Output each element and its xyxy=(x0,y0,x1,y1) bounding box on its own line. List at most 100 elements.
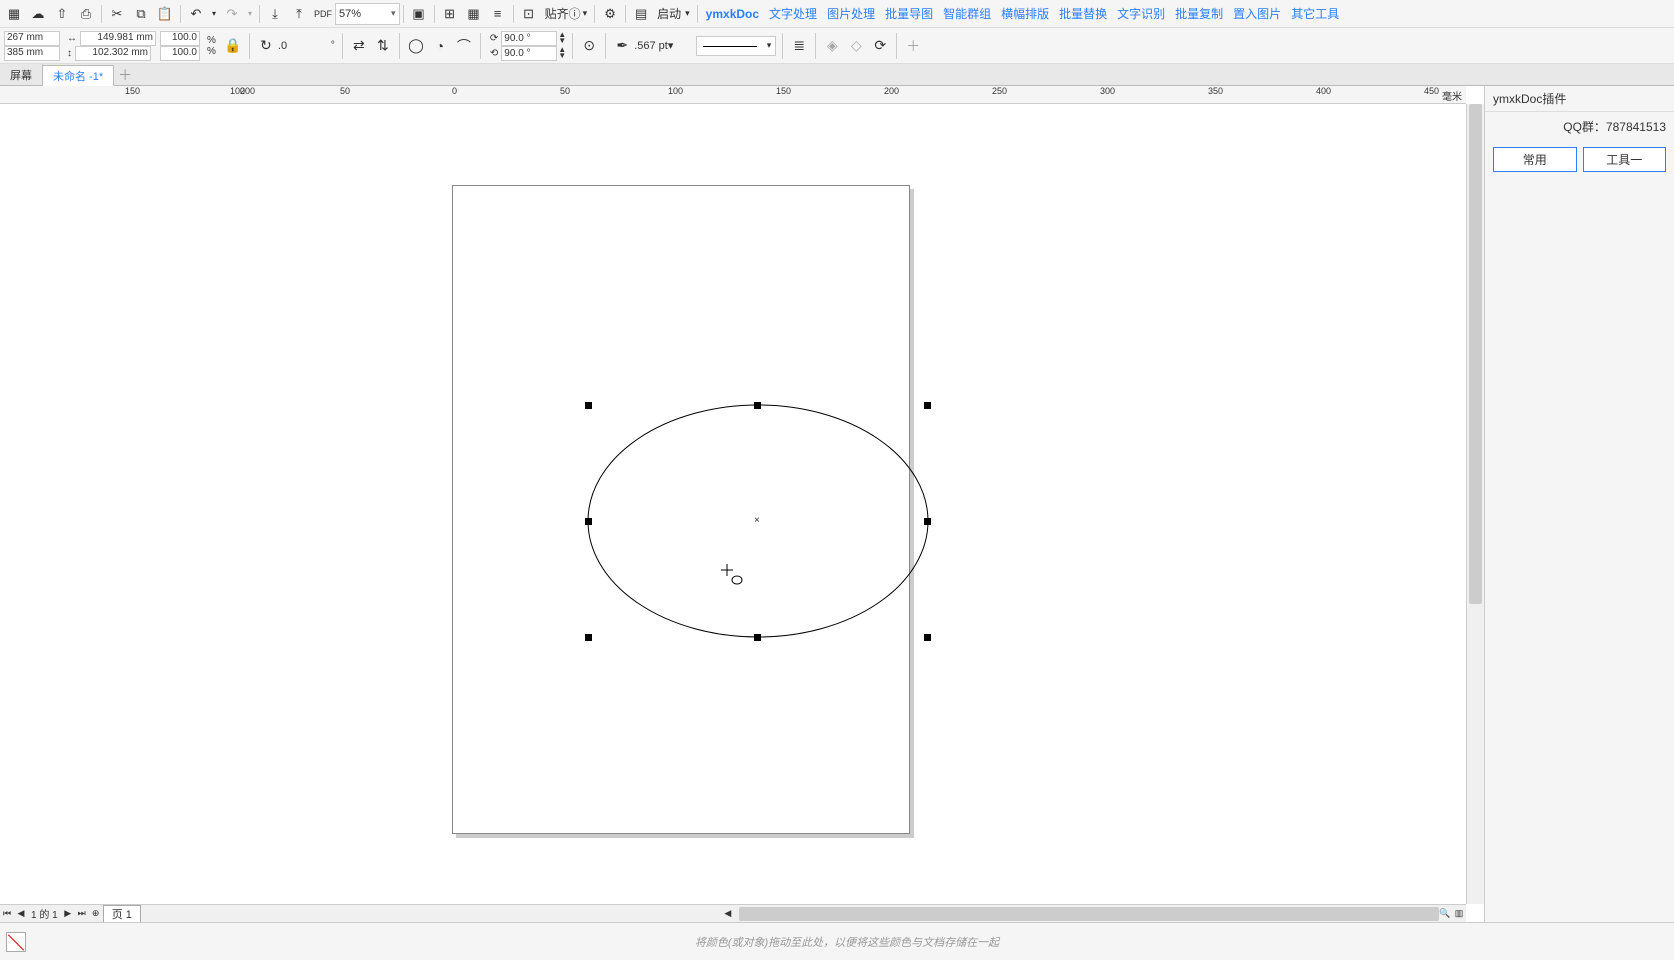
convert-icon[interactable]: ⟳ xyxy=(869,35,891,57)
start-angle-input[interactable]: 90.0 ° xyxy=(501,31,557,46)
rotation-input[interactable]: .0 xyxy=(278,40,328,52)
redo-dd-icon[interactable]: ▾ xyxy=(245,3,255,25)
color-proof-icon[interactable]: ▥ xyxy=(1452,907,1466,921)
height-icon: ↕ xyxy=(64,48,75,59)
plugin-link-5[interactable]: 横幅排版 xyxy=(996,5,1054,22)
snap-icon[interactable]: ⊡ xyxy=(518,3,540,25)
mirror-h-icon[interactable]: ⇄ xyxy=(348,35,370,57)
lock-ratio-icon[interactable]: 🔒 xyxy=(222,35,244,57)
doc-tab-screen[interactable]: 屏幕 xyxy=(0,64,43,85)
handle-br[interactable] xyxy=(924,634,931,641)
doc-tab-untitled[interactable]: 未命名 -1* xyxy=(43,65,114,86)
page-tab-1[interactable]: 页 1 xyxy=(103,905,141,923)
snap-button[interactable]: 贴齐ⓘ ▾ xyxy=(541,3,592,25)
outline-style-dropdown[interactable]: ▾ xyxy=(696,36,776,56)
guides-icon[interactable]: ≡ xyxy=(487,3,509,25)
handle-tc[interactable] xyxy=(754,402,761,409)
panel-tab-common[interactable]: 常用 xyxy=(1493,147,1577,172)
print-icon[interactable]: ⎙ xyxy=(75,3,97,25)
plugin-link-1[interactable]: 文字处理 xyxy=(764,5,822,22)
ruler-unit-label: 毫米 xyxy=(1442,88,1462,103)
front-icon[interactable]: ◈ xyxy=(821,35,843,57)
handle-bc[interactable] xyxy=(754,634,761,641)
ellipse-tool-icon[interactable]: ◯ xyxy=(405,35,427,57)
launch-button[interactable]: 启动 ▾ xyxy=(653,3,694,25)
export-icon[interactable]: ⤒ xyxy=(288,3,310,25)
scrollbar-thumb[interactable] xyxy=(739,907,1439,921)
scrollbar-thumb[interactable] xyxy=(1469,104,1482,604)
launch-doc-icon[interactable]: ▤ xyxy=(630,3,652,25)
handle-tr[interactable] xyxy=(924,402,931,409)
end-angle-input[interactable]: 90.0 ° xyxy=(501,46,557,61)
panel-title: ymxkDoc插件 xyxy=(1485,86,1674,112)
outline-pen-icon[interactable]: ✒ xyxy=(611,35,633,57)
nav-last-icon[interactable]: ⏭ xyxy=(75,907,89,921)
redo-icon[interactable]: ↷ xyxy=(221,3,243,25)
mirror-v-icon[interactable]: ⇅ xyxy=(372,35,394,57)
new-icon[interactable]: ▦ xyxy=(3,3,25,25)
options-icon[interactable]: ⚙ xyxy=(599,3,621,25)
vertical-scrollbar[interactable] xyxy=(1466,104,1484,904)
outline-width-dropdown[interactable]: .567 pt▾ xyxy=(634,39,694,52)
plugin-link-2[interactable]: 图片处理 xyxy=(822,5,880,22)
zoom-dropdown[interactable]: 57%▾ xyxy=(335,3,400,25)
plugin-link-8[interactable]: 批量复制 xyxy=(1170,5,1228,22)
undo-icon[interactable]: ↶ xyxy=(185,3,207,25)
scale-x-input[interactable]: 100.0 xyxy=(160,31,200,46)
pdf-icon[interactable]: PDF xyxy=(312,3,334,25)
handle-tl[interactable] xyxy=(585,402,592,409)
grid-icon[interactable]: ⊞ xyxy=(439,3,461,25)
import-icon[interactable]: ⤓ xyxy=(264,3,286,25)
plugin-link-7[interactable]: 文字识别 xyxy=(1112,5,1170,22)
plugin-link-6[interactable]: 批量替换 xyxy=(1054,5,1112,22)
grid2-icon[interactable]: ▦ xyxy=(463,3,485,25)
add-tab-button[interactable]: ＋ xyxy=(114,65,136,85)
plugin-link-4[interactable]: 智能群组 xyxy=(938,5,996,22)
separator xyxy=(513,5,514,23)
nav-next-icon[interactable]: ▶ xyxy=(61,907,75,921)
add-page-icon[interactable]: ⊕ xyxy=(89,907,103,921)
pct-group: % % xyxy=(204,30,219,62)
doc-palette-swatch[interactable] xyxy=(6,932,26,952)
plugin-link-3[interactable]: 批量导图 xyxy=(880,5,938,22)
handle-ml[interactable] xyxy=(585,518,592,525)
back-icon[interactable]: ◇ xyxy=(845,35,867,57)
paste-icon[interactable]: 📋 xyxy=(154,3,176,25)
viewport[interactable]: × xyxy=(0,104,1466,904)
width-input[interactable]: 149.981 mm xyxy=(80,31,156,46)
direction-icon[interactable]: ⊙ xyxy=(578,35,600,57)
horizontal-scrollbar[interactable] xyxy=(739,907,1420,921)
save-cloud-icon[interactable]: ⇧ xyxy=(51,3,73,25)
pos-y-input[interactable]: 385 mm xyxy=(4,46,60,61)
spin-down-icon[interactable]: ▼ xyxy=(558,38,566,44)
arc-tool-icon[interactable]: ⌒ xyxy=(453,35,475,57)
scale-y-input[interactable]: 100.0 xyxy=(160,46,200,61)
rotation-value: .0 xyxy=(278,40,287,52)
cut-icon[interactable]: ✂ xyxy=(106,3,128,25)
hscroll-left-icon[interactable]: ◀ xyxy=(721,907,735,921)
panel-tab-tool1[interactable]: 工具一 xyxy=(1583,147,1667,172)
plugin-link-0[interactable]: ymxkDoc xyxy=(701,7,764,21)
fullscreen-icon[interactable]: ▣ xyxy=(408,3,430,25)
height-input[interactable]: 102.302 mm xyxy=(75,46,151,61)
add-icon[interactable]: ＋ xyxy=(902,35,924,57)
handle-bl[interactable] xyxy=(585,634,592,641)
separator xyxy=(896,33,897,59)
separator xyxy=(259,5,260,23)
pos-x-input[interactable]: 267 mm xyxy=(4,31,60,46)
nav-first-icon[interactable]: ⏮ xyxy=(0,907,14,921)
copy-icon[interactable]: ⧉ xyxy=(130,3,152,25)
pie-tool-icon[interactable]: ◔ xyxy=(429,35,451,57)
selected-ellipse[interactable]: × xyxy=(587,404,929,638)
handle-mr[interactable] xyxy=(924,518,931,525)
plugin-link-9[interactable]: 置入图片 xyxy=(1228,5,1286,22)
wrap-text-icon[interactable]: ≣ xyxy=(788,35,810,57)
rotate-icon[interactable]: ↻ xyxy=(255,35,277,57)
plugin-link-10[interactable]: 其它工具 xyxy=(1286,5,1344,22)
zoom-tool-icon[interactable]: 🔍 xyxy=(1438,907,1452,921)
open-cloud-icon[interactable]: ☁ xyxy=(27,3,49,25)
spin-down-icon[interactable]: ▼ xyxy=(558,53,566,59)
undo-dd-icon[interactable]: ▾ xyxy=(209,3,219,25)
ruler-horizontal[interactable]: 200 150 100 50 0 50 100 150 200 250 300 … xyxy=(0,86,1466,104)
nav-prev-icon[interactable]: ◀ xyxy=(14,907,28,921)
